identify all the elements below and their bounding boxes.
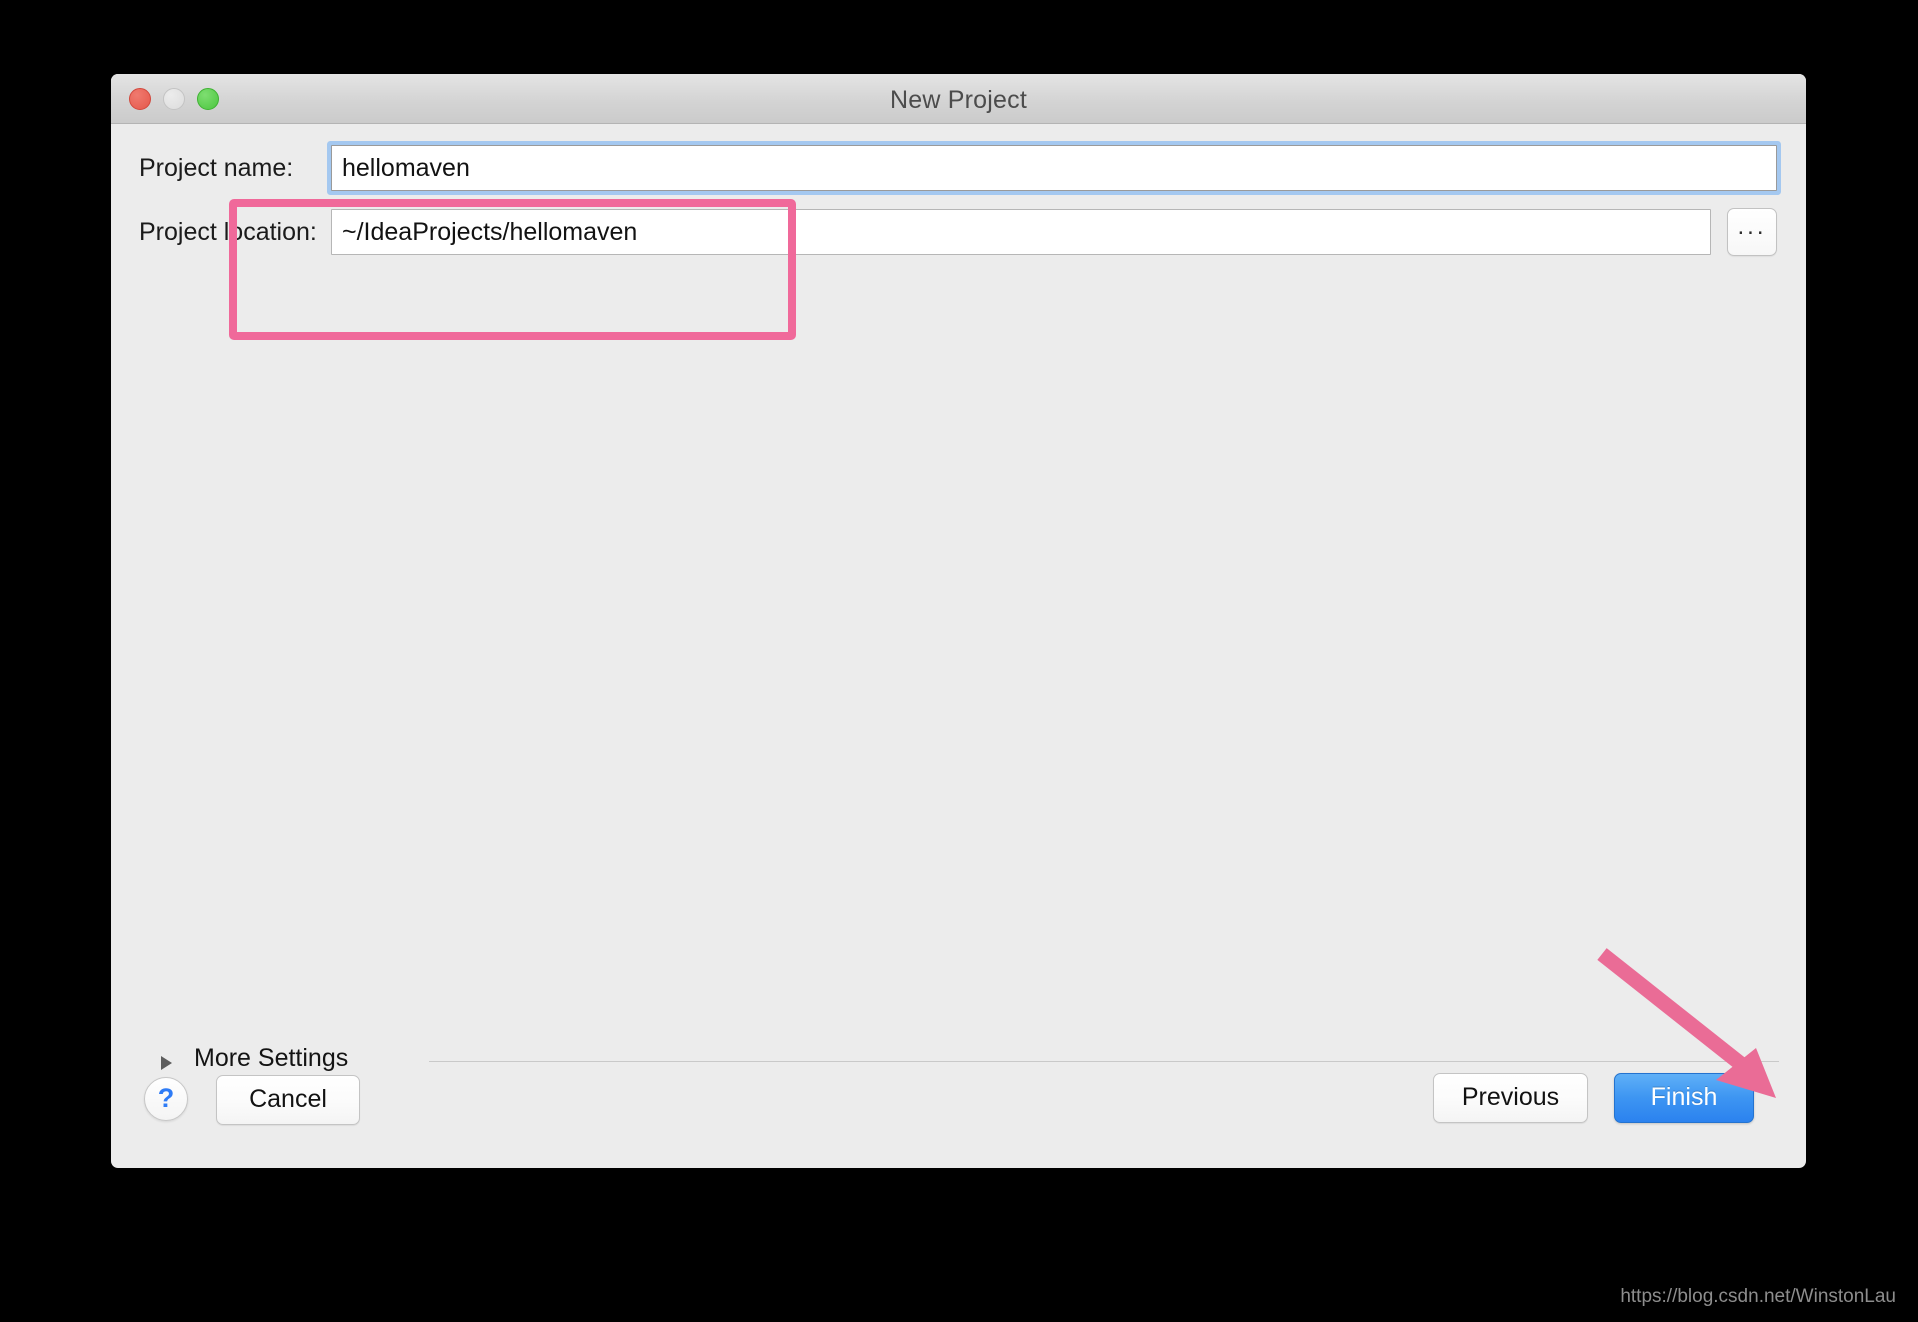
finish-button[interactable]: Finish xyxy=(1614,1073,1754,1123)
browse-location-button[interactable]: ... xyxy=(1727,208,1777,256)
cancel-button[interactable]: Cancel xyxy=(216,1075,360,1125)
project-location-input[interactable]: ~/IdeaProjects/hellomaven xyxy=(331,209,1711,255)
project-name-row: Project name: hellomaven xyxy=(111,144,1806,192)
window-titlebar: New Project xyxy=(111,74,1806,124)
project-name-input[interactable]: hellomaven xyxy=(331,145,1777,191)
project-name-label: Project name: xyxy=(139,154,294,182)
project-location-label: Project location: xyxy=(139,218,317,246)
watermark-text: https://blog.csdn.net/WinstonLau xyxy=(1620,1286,1896,1307)
window-title: New Project xyxy=(890,86,1027,114)
project-location-row: Project location: ~/IdeaProjects/helloma… xyxy=(111,208,1806,256)
new-project-dialog: New Project Project name: hellomaven Pro… xyxy=(111,74,1806,1168)
previous-button[interactable]: Previous xyxy=(1433,1073,1588,1123)
help-button[interactable]: ? xyxy=(144,1077,188,1121)
dialog-button-bar: ? Cancel Previous Finish xyxy=(111,1048,1806,1168)
